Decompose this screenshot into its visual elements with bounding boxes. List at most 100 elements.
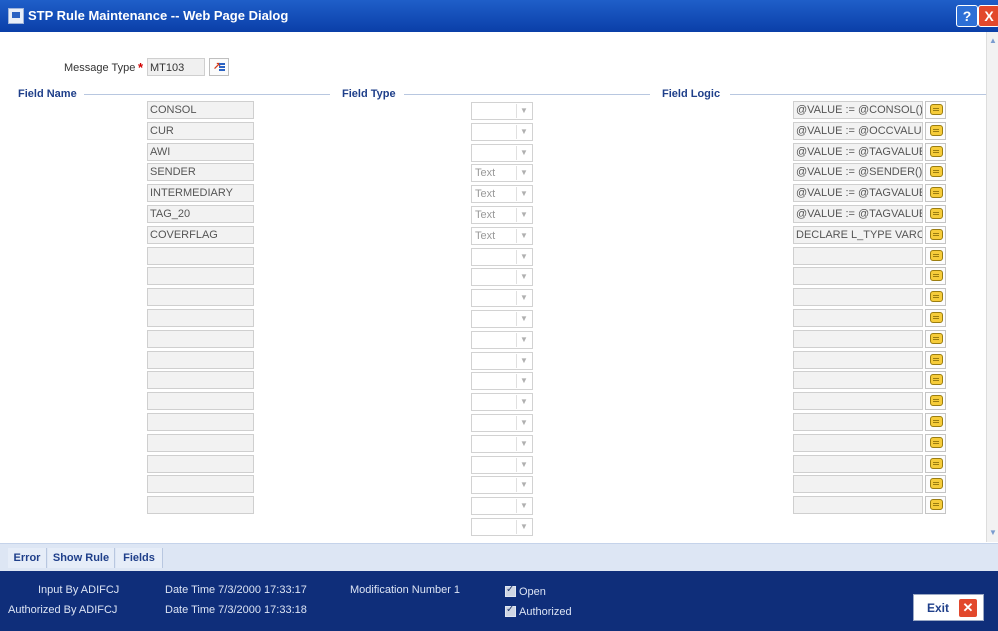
field-name-input[interactable] <box>147 247 254 265</box>
edit-logic-button[interactable] <box>925 267 946 285</box>
edit-logic-button[interactable] <box>925 475 946 493</box>
field-logic-input[interactable] <box>793 267 923 285</box>
field-name-input[interactable] <box>147 413 254 431</box>
field-logic-input[interactable] <box>793 413 923 431</box>
scroll-down-icon[interactable]: ▼ <box>989 528 997 537</box>
help-button[interactable]: ? <box>956 5 978 27</box>
chevron-down-icon[interactable]: ▼ <box>516 520 531 534</box>
edit-logic-button[interactable] <box>925 247 946 265</box>
field-type-select[interactable]: ▼ <box>471 456 533 474</box>
field-name-input[interactable]: CONSOL <box>147 101 254 119</box>
edit-logic-button[interactable] <box>925 122 946 140</box>
field-logic-input[interactable]: @VALUE := @OCCVALUE( <box>793 122 923 140</box>
field-type-select[interactable]: ▼ <box>471 497 533 515</box>
field-type-select[interactable]: ▼ <box>471 372 533 390</box>
edit-logic-button[interactable] <box>925 434 946 452</box>
edit-logic-button[interactable] <box>925 309 946 327</box>
tab-error[interactable]: Error <box>8 548 47 568</box>
tab-fields[interactable]: Fields <box>116 548 163 568</box>
field-name-input[interactable] <box>147 330 254 348</box>
field-logic-input[interactable] <box>793 455 923 473</box>
chevron-down-icon[interactable]: ▼ <box>516 229 531 243</box>
field-name-input[interactable] <box>147 475 254 493</box>
vertical-scrollbar[interactable]: ▲ ▼ <box>986 32 998 542</box>
field-type-select[interactable]: ▼ <box>471 123 533 141</box>
field-name-input[interactable]: SENDER <box>147 163 254 181</box>
open-checkbox[interactable] <box>505 584 516 597</box>
field-type-select[interactable]: Text ▼ <box>471 185 533 203</box>
chevron-down-icon[interactable]: ▼ <box>516 416 531 430</box>
field-logic-input[interactable] <box>793 434 923 452</box>
authorized-checkbox[interactable] <box>505 604 516 617</box>
edit-logic-button[interactable] <box>925 392 946 410</box>
field-logic-input[interactable]: @VALUE := @TAGVALUE( <box>793 205 923 223</box>
field-logic-input[interactable] <box>793 496 923 514</box>
field-logic-input[interactable]: @VALUE := @TAGVALUE( <box>793 184 923 202</box>
field-type-select[interactable]: Text ▼ <box>471 206 533 224</box>
edit-logic-button[interactable] <box>925 163 946 181</box>
edit-logic-button[interactable] <box>925 226 946 244</box>
field-type-select[interactable]: ▼ <box>471 352 533 370</box>
field-name-input[interactable] <box>147 309 254 327</box>
field-type-select[interactable]: ▼ <box>471 476 533 494</box>
field-type-select[interactable]: Text ▼ <box>471 164 533 182</box>
field-name-input[interactable]: INTERMEDIARY <box>147 184 254 202</box>
chevron-down-icon[interactable]: ▼ <box>516 437 531 451</box>
field-type-select[interactable]: Text ▼ <box>471 227 533 245</box>
chevron-down-icon[interactable]: ▼ <box>516 458 531 472</box>
field-type-select[interactable]: ▼ <box>471 268 533 286</box>
chevron-down-icon[interactable]: ▼ <box>516 499 531 513</box>
field-type-select[interactable]: ▼ <box>471 144 533 162</box>
field-logic-input[interactable]: DECLARE L_TYPE VARCH <box>793 226 923 244</box>
chevron-down-icon[interactable]: ▼ <box>516 333 531 347</box>
scroll-up-icon[interactable]: ▲ <box>989 36 997 45</box>
edit-logic-button[interactable] <box>925 351 946 369</box>
chevron-down-icon[interactable]: ▼ <box>516 208 531 222</box>
chevron-down-icon[interactable]: ▼ <box>516 187 531 201</box>
field-logic-input[interactable] <box>793 475 923 493</box>
close-button[interactable]: X <box>978 5 998 27</box>
field-type-select[interactable]: ▼ <box>471 393 533 411</box>
chevron-down-icon[interactable]: ▼ <box>516 478 531 492</box>
edit-logic-button[interactable] <box>925 101 946 119</box>
field-logic-input[interactable]: @VALUE := @CONSOL(); <box>793 101 923 119</box>
field-logic-input[interactable] <box>793 309 923 327</box>
message-type-input[interactable]: MT103 <box>147 58 205 76</box>
exit-button[interactable]: Exit ✕ <box>913 594 984 621</box>
edit-logic-button[interactable] <box>925 184 946 202</box>
field-name-input[interactable] <box>147 267 254 285</box>
chevron-down-icon[interactable]: ▼ <box>516 146 531 160</box>
edit-logic-button[interactable] <box>925 496 946 514</box>
field-name-input[interactable] <box>147 288 254 306</box>
edit-logic-button[interactable] <box>925 455 946 473</box>
field-name-input[interactable] <box>147 371 254 389</box>
edit-logic-button[interactable] <box>925 288 946 306</box>
field-logic-input[interactable] <box>793 330 923 348</box>
chevron-down-icon[interactable]: ▼ <box>516 395 531 409</box>
edit-logic-button[interactable] <box>925 330 946 348</box>
field-type-select[interactable]: ▼ <box>471 414 533 432</box>
field-name-input[interactable]: COVERFLAG <box>147 226 254 244</box>
edit-logic-button[interactable] <box>925 205 946 223</box>
field-name-input[interactable] <box>147 351 254 369</box>
field-type-select[interactable]: ▼ <box>471 435 533 453</box>
chevron-down-icon[interactable]: ▼ <box>516 312 531 326</box>
field-type-select[interactable]: ▼ <box>471 102 533 120</box>
field-logic-input[interactable] <box>793 371 923 389</box>
chevron-down-icon[interactable]: ▼ <box>516 291 531 305</box>
field-name-input[interactable]: CUR <box>147 122 254 140</box>
message-type-lookup-button[interactable]: ↗ <box>209 58 229 76</box>
field-type-select[interactable]: ▼ <box>471 248 533 266</box>
field-logic-input[interactable] <box>793 247 923 265</box>
chevron-down-icon[interactable]: ▼ <box>516 125 531 139</box>
field-name-input[interactable] <box>147 496 254 514</box>
field-name-input[interactable]: TAG_20 <box>147 205 254 223</box>
chevron-down-icon[interactable]: ▼ <box>516 270 531 284</box>
chevron-down-icon[interactable]: ▼ <box>516 166 531 180</box>
edit-logic-button[interactable] <box>925 143 946 161</box>
field-logic-input[interactable] <box>793 392 923 410</box>
chevron-down-icon[interactable]: ▼ <box>516 104 531 118</box>
field-type-select[interactable]: ▼ <box>471 518 533 536</box>
field-type-select[interactable]: ▼ <box>471 310 533 328</box>
field-name-input[interactable]: AWI <box>147 143 254 161</box>
